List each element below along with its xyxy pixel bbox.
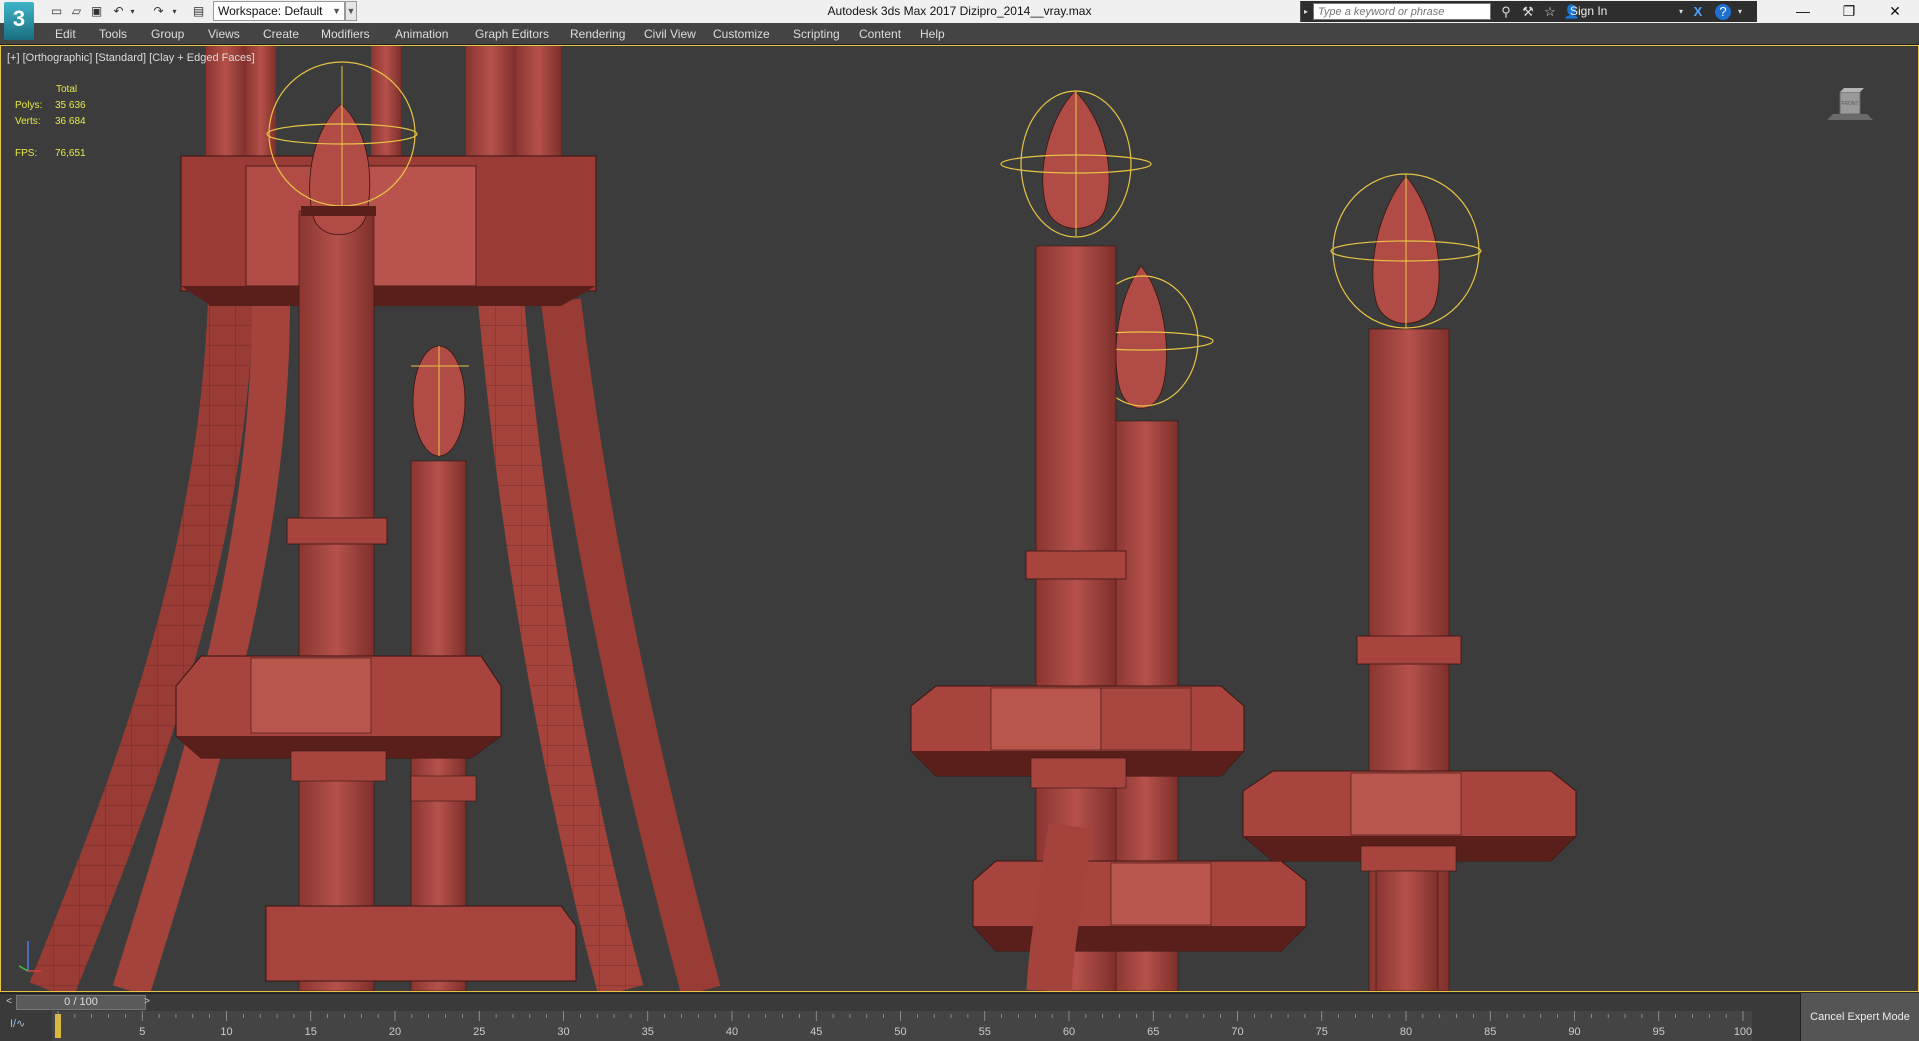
cancel-expert-mode-button[interactable]: Cancel Expert Mode (1800, 993, 1919, 1041)
menu-rendering[interactable]: Rendering (570, 27, 625, 41)
time-slider-prev-button[interactable]: < (2, 995, 16, 1010)
chevron-down-icon: ▼ (332, 6, 341, 16)
search-input[interactable] (1313, 3, 1491, 20)
tick-label: 100 (1734, 1026, 1752, 1038)
menu-views[interactable]: Views (208, 27, 240, 41)
time-slider[interactable]: < 0 / 100 > (0, 993, 1800, 1011)
fps-value: 76,651 (55, 148, 86, 159)
menu-civil-view[interactable]: Civil View (644, 27, 696, 41)
restore-icon[interactable]: ❐ (1826, 0, 1872, 23)
binoculars-icon[interactable]: ⚲ (1497, 4, 1515, 20)
close-icon[interactable]: ✕ (1872, 0, 1918, 23)
tick-label: 50 (894, 1026, 906, 1038)
tick-label: 30 (557, 1026, 569, 1038)
fps-label: FPS: (15, 148, 38, 159)
menu-bar: Edit Tools Group Views Create Modifiers … (0, 23, 1919, 45)
scene-candelabra[interactable] (1, 46, 1918, 991)
axis-tripod-icon (18, 941, 41, 972)
tick-label: 15 (305, 1026, 317, 1038)
menu-animation[interactable]: Animation (395, 27, 448, 41)
menu-create[interactable]: Create (263, 27, 299, 41)
workspace-dropdown[interactable]: Workspace: Default ▼ (213, 1, 345, 21)
stats-header: Total (56, 84, 78, 95)
tick-label: 95 (1653, 1026, 1665, 1038)
tick-label: 75 (1316, 1026, 1328, 1038)
tick-label: 45 (810, 1026, 822, 1038)
undo-dropdown-icon[interactable]: ▾ (124, 3, 141, 20)
menu-graph-editors[interactable]: Graph Editors (475, 27, 549, 41)
tick-label: 60 (1063, 1026, 1075, 1038)
tick-label: 85 (1484, 1026, 1496, 1038)
workspace-label: Workspace: Default (218, 4, 323, 18)
minimize-icon[interactable]: — (1780, 0, 1826, 23)
menu-help[interactable]: Help (920, 27, 945, 41)
viewport-front[interactable]: [+] [Orthographic] [Standard] [Clay + Ed… (0, 45, 1919, 992)
exchange-apps-icon[interactable]: X (1689, 4, 1707, 20)
viewport-statistics: Total Polys: 35 636 Verts: 36 684 FPS: 76,6… (15, 82, 86, 162)
menu-tools[interactable]: Tools (99, 27, 127, 41)
quick-access-customize-icon[interactable]: ▼ (345, 1, 357, 21)
mini-curve-editor-icon[interactable]: I/∿ (0, 1011, 48, 1041)
menu-group[interactable]: Group (151, 27, 184, 41)
track-bar[interactable]: I/∿ 5 10 15 20 25 30 35 40 45 50 55 60 65 70 75 80 85 90 9… (0, 1011, 1800, 1041)
save-icon[interactable]: ▣ (88, 3, 105, 20)
menu-customize[interactable]: Customize (713, 27, 770, 41)
viewport-label[interactable]: [+] [Orthographic] [Standard] [Clay + Ed… (7, 52, 255, 64)
tick-label: 80 (1400, 1026, 1412, 1038)
menu-scripting[interactable]: Scripting (793, 27, 840, 41)
tick-label: 5 (139, 1026, 145, 1038)
signin-dropdown-icon[interactable]: ▾ (1672, 4, 1690, 20)
new-file-icon[interactable]: ▭ (48, 3, 65, 20)
redo-dropdown-icon[interactable]: ▾ (166, 3, 183, 20)
verts-label: Verts: (15, 116, 41, 127)
tick-label: 70 (1231, 1026, 1243, 1038)
help-icon[interactable]: ? (1715, 4, 1731, 20)
tick-label: 20 (389, 1026, 401, 1038)
signin-label[interactable]: Sign In (1570, 4, 1607, 18)
candelabra-left[interactable] (29, 46, 721, 991)
title-bar: ▭ ▱ ▣ ↶ ▾ ↷ ▾ ▤ Workspace: Default ▼ ▼ A… (0, 0, 1919, 23)
tick-label: 10 (220, 1026, 232, 1038)
time-slider-thumb[interactable]: 0 / 100 (16, 995, 146, 1010)
time-slider-next-button[interactable]: > (140, 995, 154, 1010)
open-file-icon[interactable]: ▱ (68, 3, 85, 20)
tick-label: 40 (726, 1026, 738, 1038)
tick-label: 90 (1568, 1026, 1580, 1038)
viewcube-icon[interactable]: FRONT (1827, 86, 1873, 122)
candelabra-right[interactable] (1242, 173, 1577, 991)
verts-value: 36 684 (55, 116, 86, 127)
menu-content[interactable]: Content (859, 27, 901, 41)
tick-label: 65 (1147, 1026, 1159, 1038)
favorites-star-icon[interactable]: ☆ (1541, 4, 1559, 20)
viewcube-face-label: FRONT (1841, 101, 1858, 107)
subscription-icon[interactable]: ⚒ (1519, 4, 1537, 20)
tick-label: 55 (979, 1026, 991, 1038)
menu-edit[interactable]: Edit (55, 27, 76, 41)
menu-modifiers[interactable]: Modifiers (321, 27, 370, 41)
redo-icon[interactable]: ↷ (150, 3, 167, 20)
track-ruler[interactable]: 5 10 15 20 25 30 35 40 45 50 55 60 65 70 75 80 85 90 95 100 (52, 1011, 1752, 1041)
infocenter: ▸ ⚲ ⚒ ☆ 👤 ▾ X ? ▾ (1300, 1, 1757, 22)
tick-label: 25 (473, 1026, 485, 1038)
frame-display: 0 / 100 (64, 996, 98, 1008)
tick-label: 35 (642, 1026, 654, 1038)
project-folder-icon[interactable]: ▤ (190, 3, 207, 20)
help-dropdown-icon[interactable]: ▾ (1731, 4, 1749, 20)
polys-value: 35 636 (55, 100, 86, 111)
candelabra-middle[interactable] (910, 90, 1307, 991)
app-logo[interactable]: 3 (4, 2, 34, 40)
polys-label: Polys: (15, 100, 43, 111)
